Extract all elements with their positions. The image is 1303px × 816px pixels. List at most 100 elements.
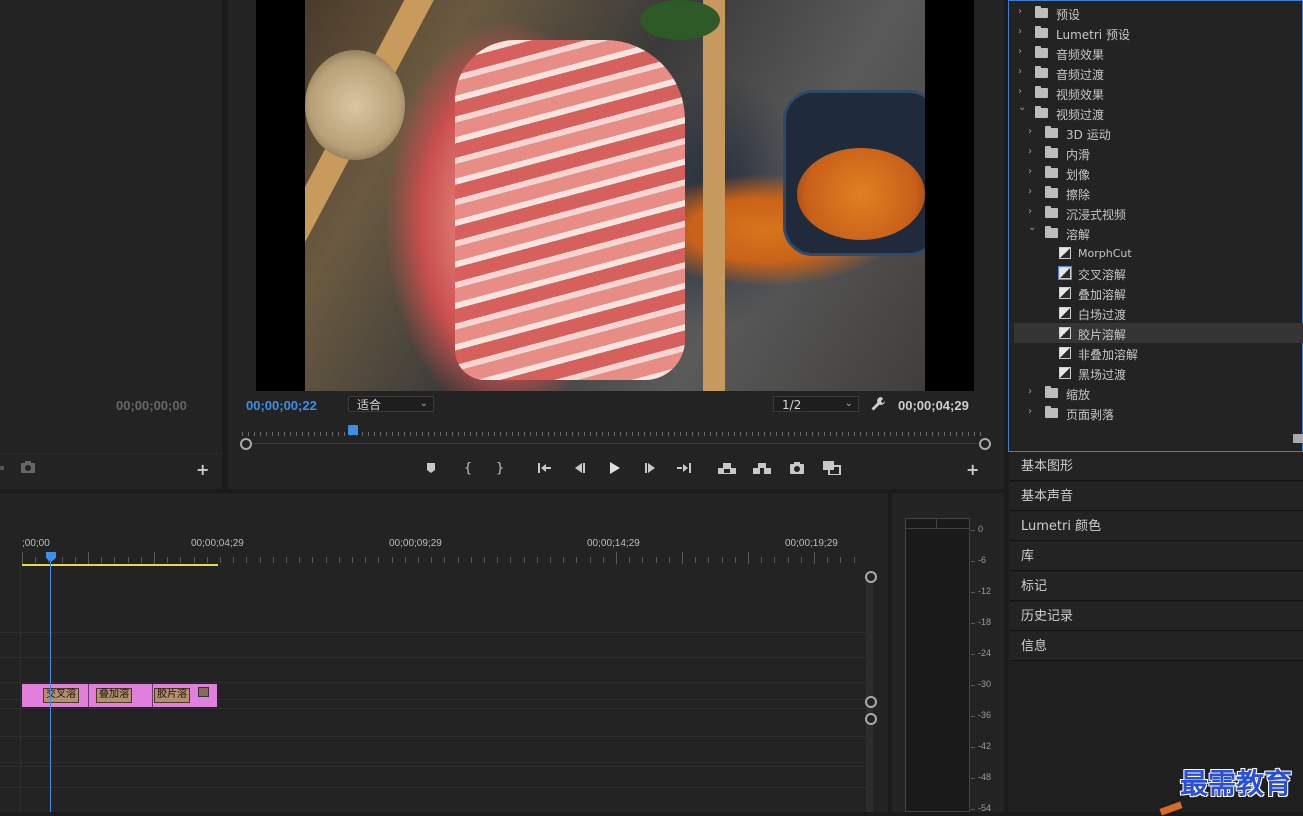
effects-tree-item[interactable]: 黑场过渡 <box>1014 363 1303 383</box>
effects-tree-label: Lumetri 预设 <box>1056 28 1130 42</box>
ruler-tick <box>748 552 749 564</box>
go-to-in-icon[interactable] <box>534 457 556 479</box>
step-back-icon[interactable] <box>569 457 591 479</box>
meter-scale-tick <box>971 561 975 562</box>
timeline-vscroll-track[interactable] <box>866 576 873 812</box>
mark-in-icon[interactable]: { <box>457 457 479 479</box>
chevron-right-icon[interactable]: › <box>1018 46 1022 57</box>
side-panel-tab[interactable]: 库 <box>1010 542 1303 571</box>
effects-tree-folder[interactable]: › Lumetri 预设 <box>1014 23 1303 43</box>
effects-tree-item[interactable]: 白场过渡 <box>1014 303 1303 323</box>
ruler-time-label: 00;00;09;29 <box>389 538 442 549</box>
effects-tree-folder[interactable]: › 内滑 <box>1014 143 1303 163</box>
chevron-right-icon[interactable]: › <box>1018 86 1022 97</box>
meter-scale-label: -48 <box>978 772 992 782</box>
ruler-tick <box>128 557 129 563</box>
program-playhead[interactable] <box>348 425 358 435</box>
effects-tree-folder[interactable]: › 缩放 <box>1014 383 1303 403</box>
effects-tree-item[interactable]: MorphCut <box>1014 243 1303 263</box>
transition-effect-icon <box>1059 367 1071 379</box>
side-panel-tab[interactable]: 标记 <box>1010 572 1303 601</box>
effects-tree-label: MorphCut <box>1078 247 1132 260</box>
compare-view-icon[interactable] <box>821 457 843 479</box>
add-button-icon[interactable]: + <box>966 460 979 479</box>
effects-tree-label: 溶解 <box>1066 228 1091 242</box>
go-to-out-icon[interactable] <box>673 457 695 479</box>
resolution-select[interactable]: 1/2 ⌄ <box>773 396 859 412</box>
effects-tree-folder[interactable]: › 擦除 <box>1014 183 1303 203</box>
step-forward-icon[interactable] <box>639 457 661 479</box>
chevron-right-icon[interactable]: › <box>1018 26 1022 37</box>
effects-tree-folder[interactable]: › 划像 <box>1014 163 1303 183</box>
transition-label[interactable]: 交叉溶 <box>43 688 79 703</box>
lift-icon[interactable] <box>716 457 738 479</box>
vscroll-handle[interactable] <box>865 696 877 708</box>
vscroll-handle[interactable] <box>865 713 877 725</box>
effects-tree-item[interactable]: 胶片溶解 <box>1014 323 1303 343</box>
effects-tree-item[interactable]: 非叠加溶解 <box>1014 343 1303 363</box>
effects-tree-label: 白场过渡 <box>1078 308 1127 322</box>
program-monitor-panel: 00;00;00;22 适合 ⌄ 1/2 ⌄ 00;00;04;29 { } + <box>228 0 1004 489</box>
ruler-tick <box>854 557 855 563</box>
play-icon[interactable] <box>604 457 626 479</box>
fit-select[interactable]: 适合 ⌄ <box>348 396 434 412</box>
source-timecode: 00;00;00;00 <box>116 398 187 413</box>
program-current-timecode[interactable]: 00;00;00;22 <box>246 398 317 413</box>
effects-tree-folder[interactable]: › 预设 <box>1014 3 1303 23</box>
chevron-right-icon[interactable]: › <box>1028 146 1032 157</box>
chevron-right-icon[interactable]: › <box>1018 6 1022 17</box>
side-panel-tab[interactable]: 基本声音 <box>1010 482 1303 511</box>
chevron-right-icon[interactable]: › <box>1028 186 1032 197</box>
ruler-tick <box>365 557 366 563</box>
chevron-right-icon[interactable]: › <box>1018 66 1022 77</box>
effects-tree-folder[interactable]: ⌄ 溶解 <box>1014 222 1303 243</box>
scroll-end-handle[interactable] <box>979 438 991 450</box>
chevron-right-icon[interactable]: › <box>1028 166 1032 177</box>
effects-tree-label: 胶片溶解 <box>1078 328 1127 342</box>
transition-label[interactable]: 胶片溶 <box>154 688 190 703</box>
new-bin-icon[interactable] <box>1293 434 1303 443</box>
wrench-icon[interactable] <box>870 396 886 412</box>
ruler-tick <box>260 557 261 563</box>
effects-tree-folder[interactable]: › 视频效果 <box>1014 83 1303 103</box>
scroll-start-handle[interactable] <box>240 438 252 450</box>
vscroll-handle[interactable] <box>865 571 877 583</box>
add-button-icon[interactable]: + <box>196 460 209 479</box>
fit-select-value: 适合 <box>357 398 382 412</box>
side-panel-tab[interactable]: 信息 <box>1010 632 1303 661</box>
preset-folder-icon <box>1035 26 1048 38</box>
chevron-down-icon[interactable]: ⌄ <box>1018 102 1026 113</box>
extract-icon[interactable] <box>751 457 773 479</box>
effects-tree-item[interactable]: 交叉溶解 <box>1014 263 1303 283</box>
export-frame-camera-icon[interactable] <box>786 457 808 479</box>
audio-meter-bar <box>905 518 970 812</box>
effects-tree-folder[interactable]: › 音频效果 <box>1014 43 1303 63</box>
camera-icon[interactable] <box>21 461 35 473</box>
ruler-tick <box>524 557 525 563</box>
effects-tree-folder[interactable]: › 3D 运动 <box>1014 123 1303 143</box>
effects-tree-folder[interactable]: › 沉浸式视频 <box>1014 203 1303 223</box>
effects-tree-folder[interactable]: › 页面剥落 <box>1014 403 1303 423</box>
effects-tree-folder[interactable]: › 音频过渡 <box>1014 63 1303 83</box>
effects-tree-folder[interactable]: ⌄ 视频过渡 <box>1014 102 1303 123</box>
chevron-right-icon[interactable]: › <box>1028 386 1032 397</box>
ruler-tick <box>299 557 300 563</box>
side-panel-tab[interactable]: 基本图形 <box>1010 452 1303 481</box>
folder-icon <box>1035 86 1048 98</box>
ruler-tick <box>339 557 340 563</box>
meter-scale-tick <box>971 747 975 748</box>
mark-out-icon[interactable]: } <box>489 457 511 479</box>
side-panel-tab[interactable]: Lumetri 颜色 <box>1010 512 1303 541</box>
transition-effect-icon <box>1059 247 1071 259</box>
program-scroll-track[interactable] <box>242 443 986 444</box>
effects-tree-item[interactable]: 叠加溶解 <box>1014 283 1303 303</box>
chevron-right-icon[interactable]: › <box>1028 126 1032 137</box>
chevron-down-icon[interactable]: ⌄ <box>1028 222 1036 233</box>
transition-effect-icon <box>1059 307 1071 319</box>
add-marker-icon[interactable] <box>420 457 442 479</box>
ruler-tick <box>141 557 142 563</box>
transition-label[interactable]: 叠加溶 <box>96 688 132 703</box>
side-panel-tab[interactable]: 历史记录 <box>1010 602 1303 631</box>
chevron-right-icon[interactable]: › <box>1028 406 1032 417</box>
chevron-right-icon[interactable]: › <box>1028 206 1032 217</box>
